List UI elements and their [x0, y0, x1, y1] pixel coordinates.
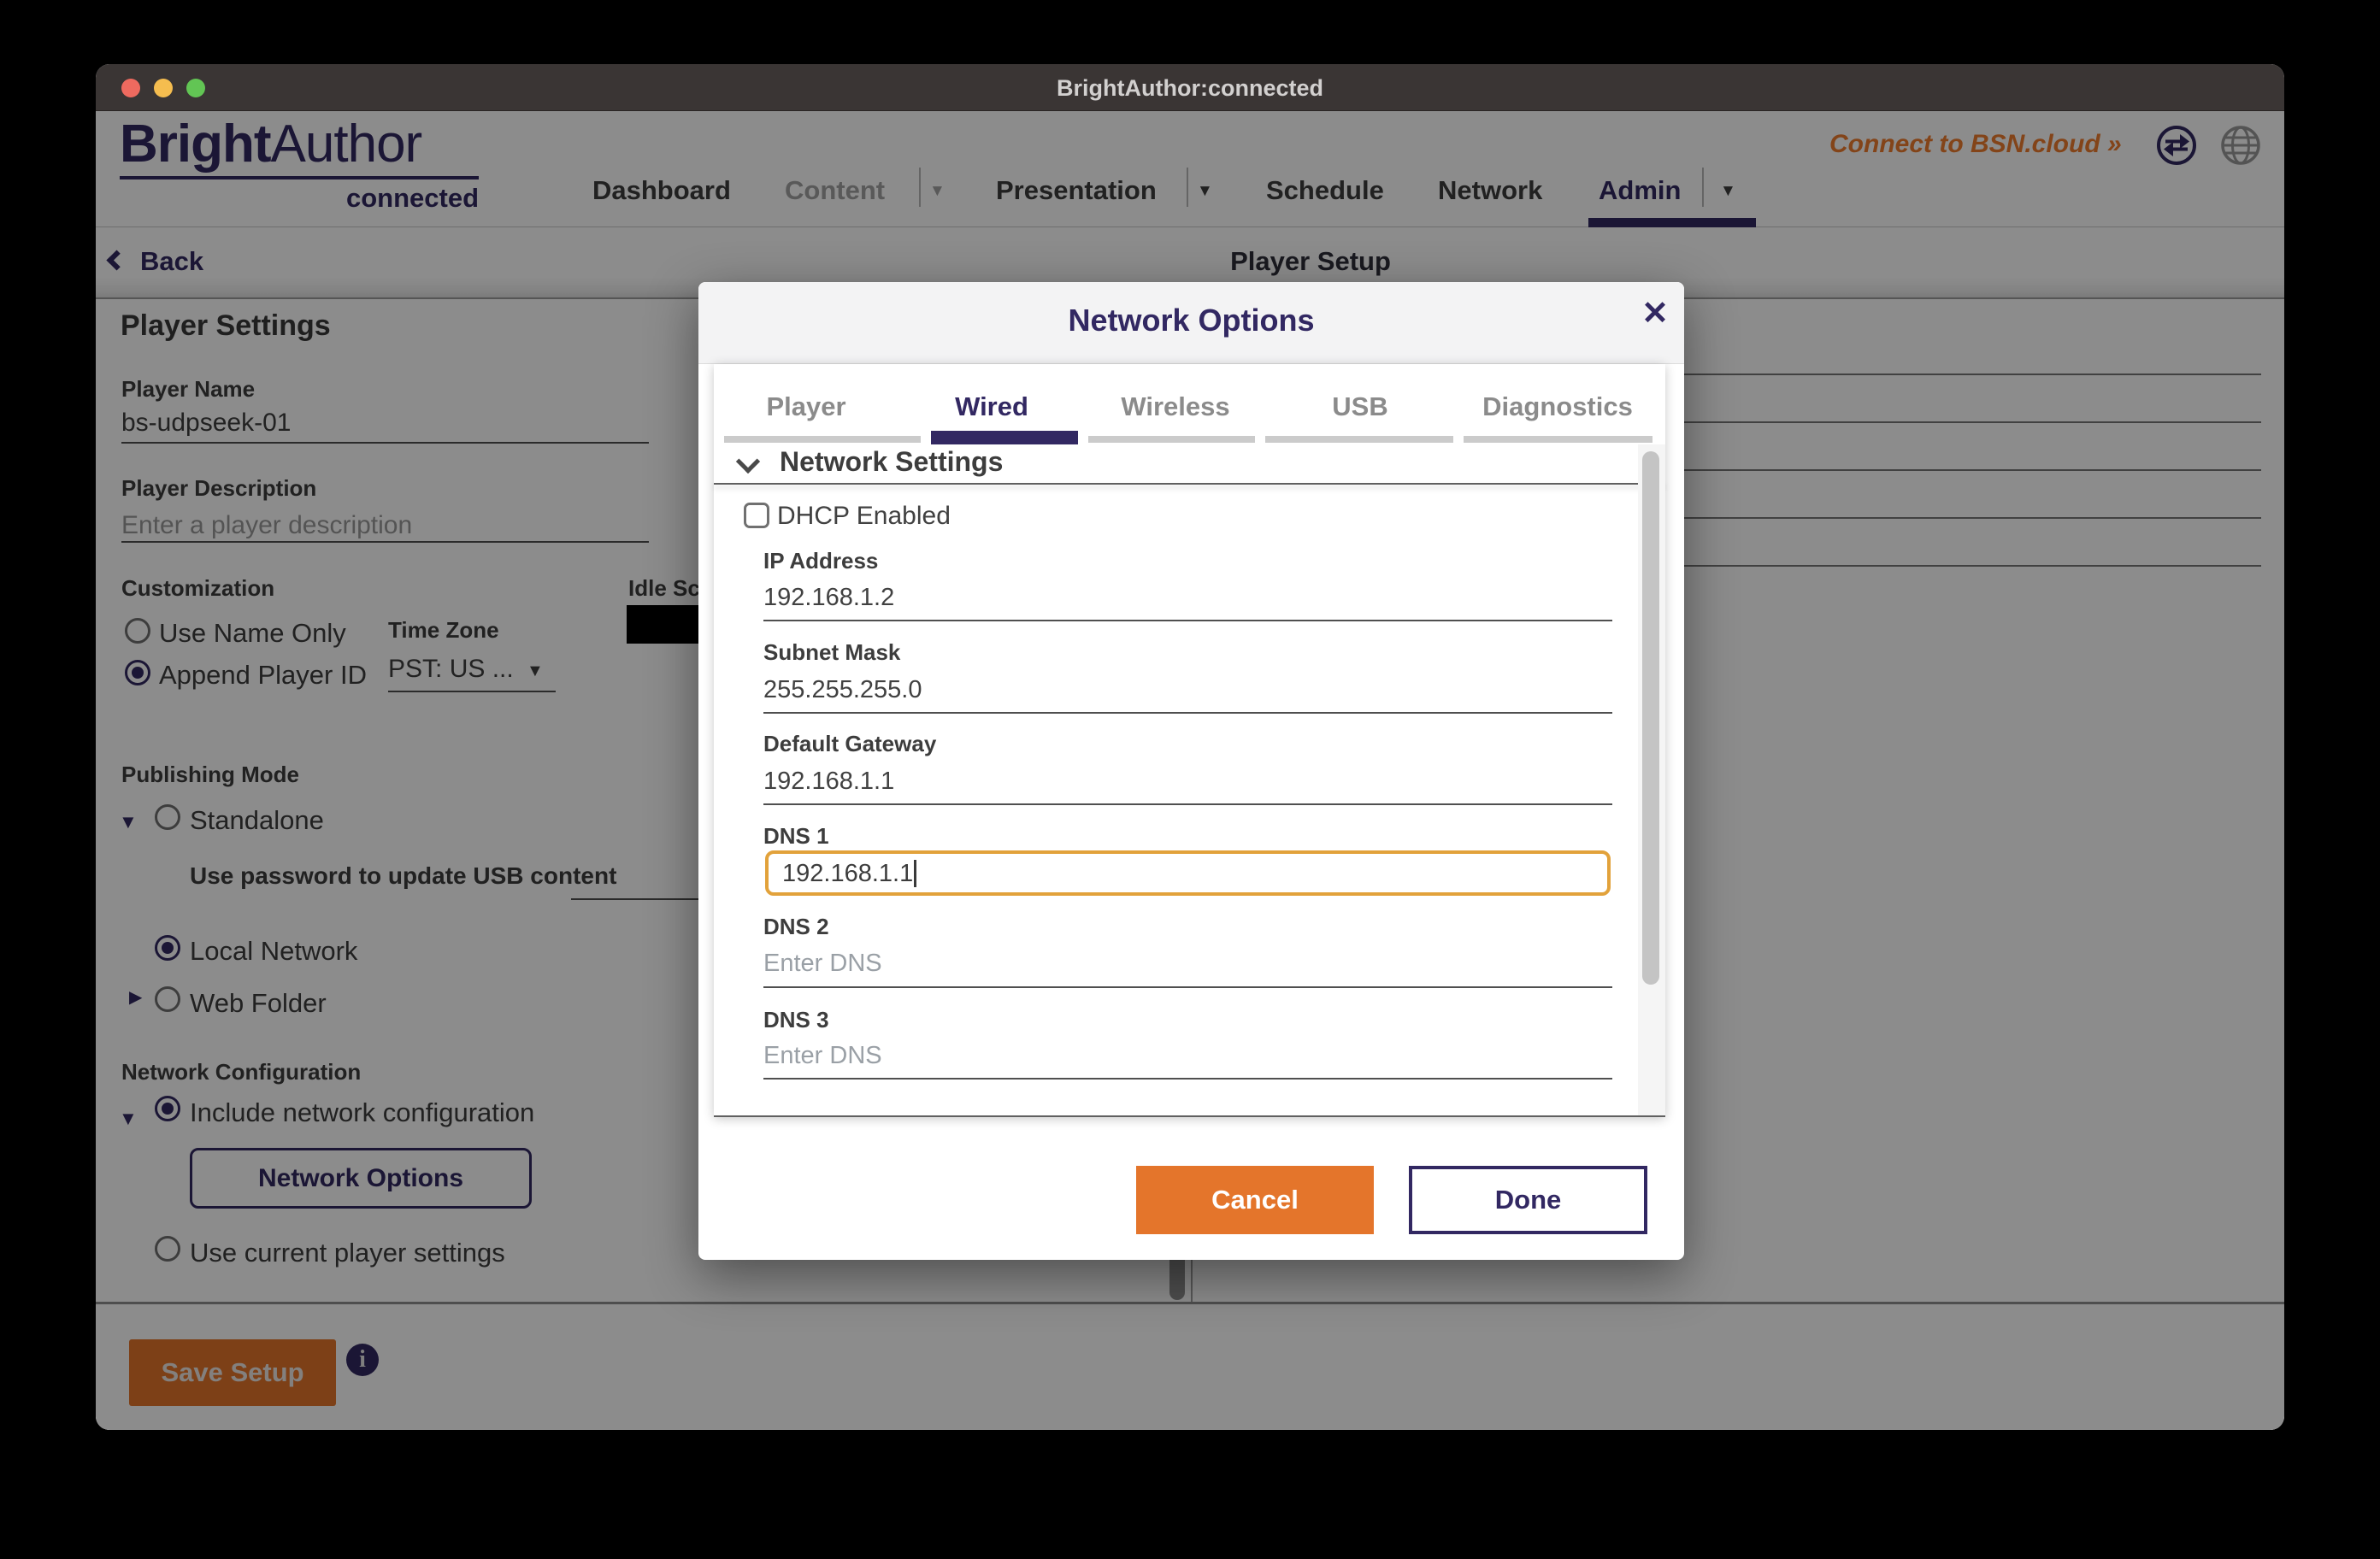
dns3-label: DNS 3 [763, 1007, 829, 1033]
default-gateway-field[interactable]: 192.168.1.1 [763, 768, 894, 796]
cancel-button[interactable]: Cancel [1136, 1166, 1374, 1234]
modal-scrollbar-track[interactable] [1638, 444, 1665, 1115]
dns1-label: DNS 1 [763, 823, 829, 850]
tab-usb[interactable]: USB [1332, 391, 1387, 422]
field-underline [763, 986, 1612, 988]
modal-header: Network Options ✕ [698, 282, 1684, 364]
network-settings-header[interactable]: Network Settings [780, 446, 1003, 478]
modal-title: Network Options [698, 303, 1684, 338]
ip-address-field[interactable]: 192.168.1.2 [763, 584, 894, 612]
tab-underline [1265, 436, 1453, 443]
ip-address-label: IP Address [763, 548, 878, 574]
dhcp-label: DHCP Enabled [777, 502, 951, 531]
subnet-mask-field[interactable]: 255.255.255.0 [763, 676, 922, 704]
modal-card: Player Wired Wireless USB Diagnostics Ne… [714, 364, 1665, 1117]
chevron-down-icon[interactable] [736, 450, 760, 474]
field-underline [763, 803, 1612, 805]
dns1-input[interactable]: 192.168.1.1 [765, 850, 1611, 896]
tab-underline [724, 436, 921, 443]
tab-diagnostics[interactable]: Diagnostics [1482, 391, 1633, 422]
tab-underline [1088, 436, 1255, 443]
screen: BrightAuthor:connected BrightAuthor conn… [0, 0, 2380, 1559]
network-options-modal: Network Options ✕ Player Wired Wireless … [698, 282, 1684, 1260]
window-title: BrightAuthor:connected [96, 75, 2284, 102]
subnet-mask-label: Subnet Mask [763, 639, 900, 666]
close-icon[interactable]: ✕ [1641, 297, 1669, 330]
tab-wireless[interactable]: Wireless [1121, 391, 1229, 422]
field-underline [763, 1078, 1612, 1080]
default-gateway-label: Default Gateway [763, 731, 936, 757]
field-underline [763, 620, 1612, 621]
active-tab-underline [931, 431, 1078, 444]
dns2-input[interactable] [763, 950, 1612, 978]
section-divider [714, 483, 1665, 485]
app-window: BrightAuthor:connected BrightAuthor conn… [96, 64, 2284, 1430]
tab-player[interactable]: Player [766, 391, 845, 422]
text-cursor [914, 860, 916, 887]
tab-underline [1464, 436, 1652, 443]
done-button[interactable]: Done [1409, 1166, 1647, 1234]
dns2-label: DNS 2 [763, 914, 829, 940]
dns3-input[interactable] [763, 1042, 1612, 1070]
dns1-value: 192.168.1.1 [782, 860, 913, 887]
dhcp-checkbox[interactable] [744, 503, 769, 528]
field-underline [763, 712, 1612, 714]
title-bar: BrightAuthor:connected [96, 64, 2284, 111]
tab-wired[interactable]: Wired [955, 391, 1028, 422]
modal-scrollbar-thumb[interactable] [1642, 451, 1659, 985]
